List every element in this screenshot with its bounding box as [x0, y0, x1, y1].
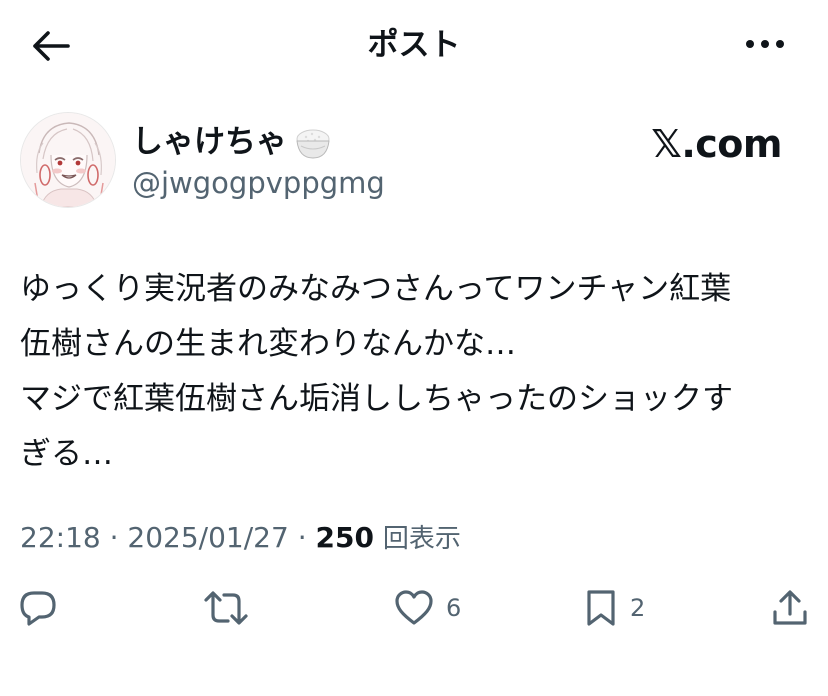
views-count[interactable]: 250 [316, 521, 374, 554]
repost-icon [204, 591, 248, 625]
display-name[interactable]: しゃけちゃ [132, 122, 287, 162]
repost-button[interactable] [203, 584, 249, 632]
user-handle[interactable]: @jwgogpvppgmg [132, 164, 385, 202]
post-time[interactable]: 22:18 [20, 521, 101, 554]
page-title: ポスト [367, 27, 461, 63]
action-bar: 6 2 [0, 584, 828, 634]
bookmark-button[interactable]: 2 [584, 584, 645, 632]
xcom-logo: 𝕏.com [651, 122, 782, 166]
like-button[interactable]: 6 [394, 584, 461, 632]
post-author: しゃけちゃ @jwgogpvppgmg 𝕏.com [20, 112, 810, 212]
heart-icon [395, 590, 433, 625]
bookmark-count: 2 [630, 594, 646, 622]
top-bar: ポスト [0, 0, 828, 90]
reply-button[interactable] [18, 584, 58, 632]
share-button[interactable] [770, 584, 810, 632]
share-icon [773, 590, 807, 625]
reply-icon [20, 591, 56, 626]
bookmark-icon [587, 590, 615, 626]
post-body: ゆっくり実況者のみなみつさんってワンチャン紅葉 伍樹さんの生まれ変わりなんかな…… [20, 271, 733, 472]
like-count: 6 [446, 594, 462, 622]
post-date[interactable]: 2025/01/27 [127, 521, 288, 554]
rice-bowl-icon [293, 122, 333, 162]
more-button[interactable] [740, 26, 790, 62]
avatar-illustration [21, 113, 115, 207]
author-name-line[interactable]: しゃけちゃ [132, 120, 333, 164]
avatar[interactable] [20, 112, 116, 208]
more-horizontal-icon [746, 40, 784, 48]
meta-separator: · [288, 521, 316, 554]
meta-separator: · [100, 521, 128, 554]
post-meta: 22:18 · 2025/01/27 · 250 回表示 [20, 518, 461, 559]
views-label: 回表示 [382, 524, 461, 554]
